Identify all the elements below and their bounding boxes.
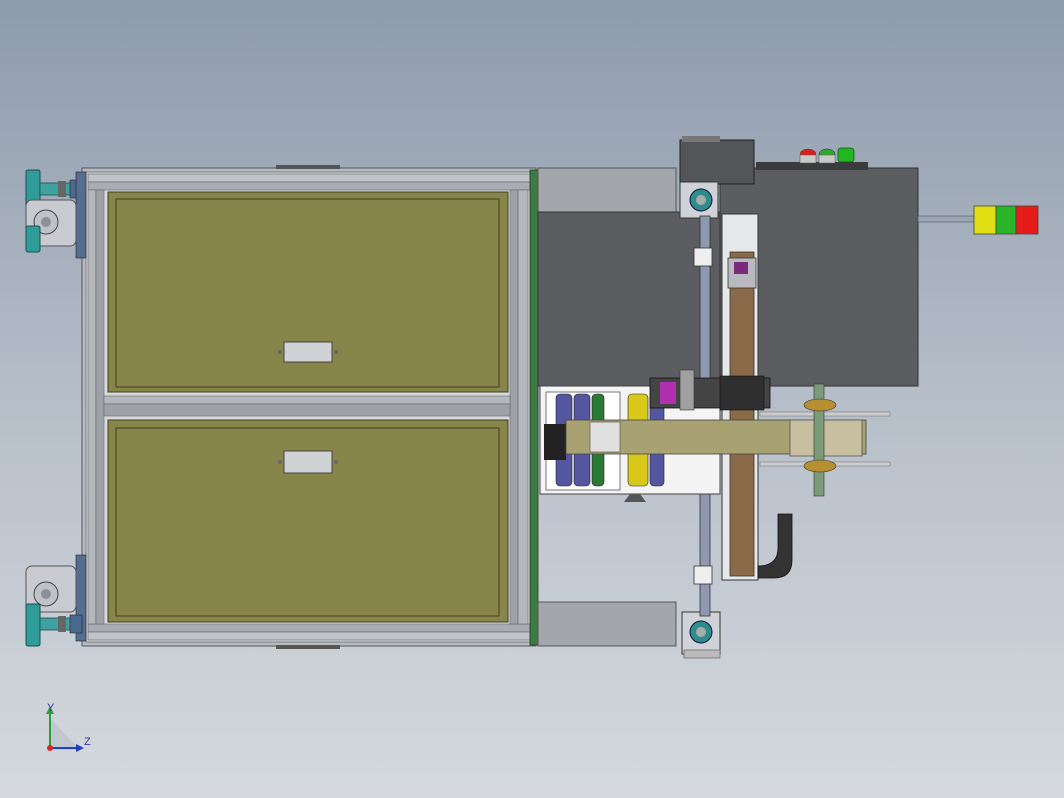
gearbox-bottom <box>681 611 721 659</box>
gearbox-top <box>679 181 719 219</box>
triad-z-label: Z <box>84 736 91 748</box>
drawer-handle-icon[interactable] <box>278 341 338 363</box>
cad-viewport[interactable]: Y Z <box>0 0 1064 798</box>
start-button[interactable] <box>837 147 855 163</box>
upper-drawer[interactable] <box>107 191 509 393</box>
red-indicator-button[interactable] <box>799 148 817 164</box>
xyz-triad-icon: Y Z <box>46 702 91 752</box>
green-indicator-button[interactable] <box>818 148 836 164</box>
caster-wheel-icon <box>25 169 87 259</box>
control-panel[interactable] <box>756 147 868 170</box>
cad-model-view[interactable]: Y Z <box>0 0 1064 798</box>
caster-wheel-icon <box>25 554 87 647</box>
tower-light-icon <box>917 205 1039 235</box>
output-chute <box>757 513 793 579</box>
lower-drawer[interactable] <box>107 419 509 623</box>
triad-y-label: Y <box>47 702 55 714</box>
drawer-handle-icon[interactable] <box>278 450 338 474</box>
green-side-strip <box>529 169 539 646</box>
motor-box <box>679 136 755 185</box>
